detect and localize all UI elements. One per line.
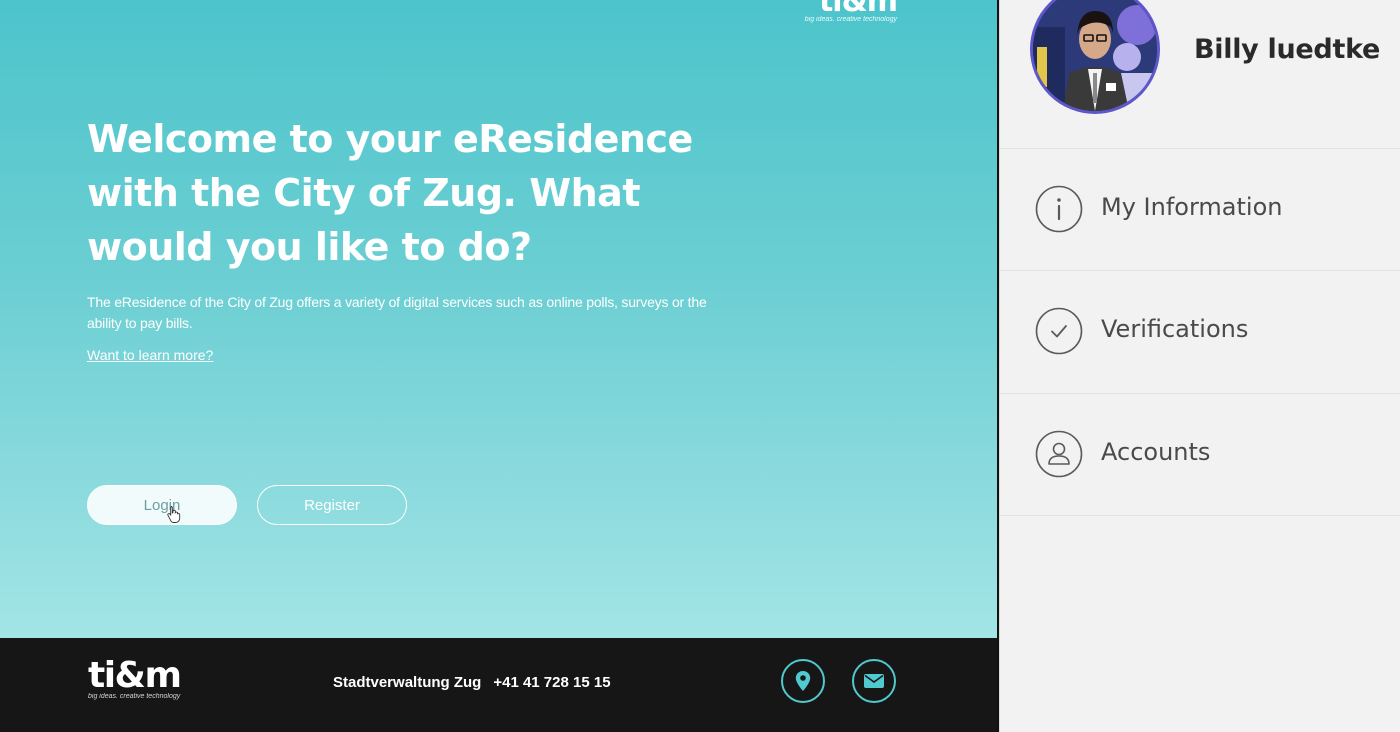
header-logo[interactable]: ti&m big ideas. creative technology	[804, 0, 898, 23]
identity-panel: Billy luedtke My Information Verificatio…	[999, 0, 1400, 732]
info-icon	[1035, 185, 1083, 233]
menu-item-label: Verifications	[1101, 315, 1249, 343]
register-button[interactable]: Register	[257, 485, 407, 525]
hero-description: The eResidence of the City of Zug offers…	[87, 294, 707, 331]
menu-item-my-information[interactable]: My Information	[1000, 148, 1400, 270]
menu-divider	[1000, 515, 1400, 516]
footer-logo-mark: ti&m	[88, 655, 182, 696]
footer-logo[interactable]: ti&m big ideas. creative technology	[88, 655, 182, 701]
avatar[interactable]	[1030, 0, 1160, 114]
mail-icon	[864, 674, 884, 688]
hand-cursor-icon	[167, 506, 181, 523]
profile-header: Billy luedtke	[1000, 0, 1400, 148]
learn-more-link[interactable]: Want to learn more?	[87, 347, 213, 363]
mail-button[interactable]	[852, 659, 896, 703]
user-name: Billy luedtke	[1194, 34, 1381, 65]
page-footer: ti&m big ideas. creative technology Stad…	[0, 638, 997, 732]
map-pin-button[interactable]	[781, 659, 825, 703]
footer-logo-tagline: big ideas. creative technology	[88, 693, 181, 700]
footer-contact: Stadtverwaltung Zug +41 41 728 15 15	[333, 674, 611, 691]
menu-item-label: Accounts	[1101, 438, 1211, 466]
user-icon	[1035, 430, 1083, 478]
avatar-photo	[1033, 0, 1157, 111]
map-pin-icon	[795, 671, 811, 691]
menu-item-label: My Information	[1101, 193, 1283, 221]
screen: ti&m big ideas. creative technology Welc…	[0, 0, 1400, 732]
hero-title: Welcome to your eResidence with the City…	[87, 117, 693, 269]
footer-org-name: Stadtverwaltung Zug	[333, 674, 482, 691]
header-logo-tagline: big ideas. creative technology	[804, 16, 897, 23]
eresidence-page: ti&m big ideas. creative technology Welc…	[0, 0, 997, 638]
check-icon	[1035, 307, 1083, 355]
menu-item-accounts[interactable]: Accounts	[1000, 393, 1400, 515]
menu-item-verifications[interactable]: Verifications	[1000, 270, 1400, 392]
footer-phone[interactable]: +41 41 728 15 15	[493, 674, 610, 691]
login-button[interactable]: Login	[87, 485, 237, 525]
